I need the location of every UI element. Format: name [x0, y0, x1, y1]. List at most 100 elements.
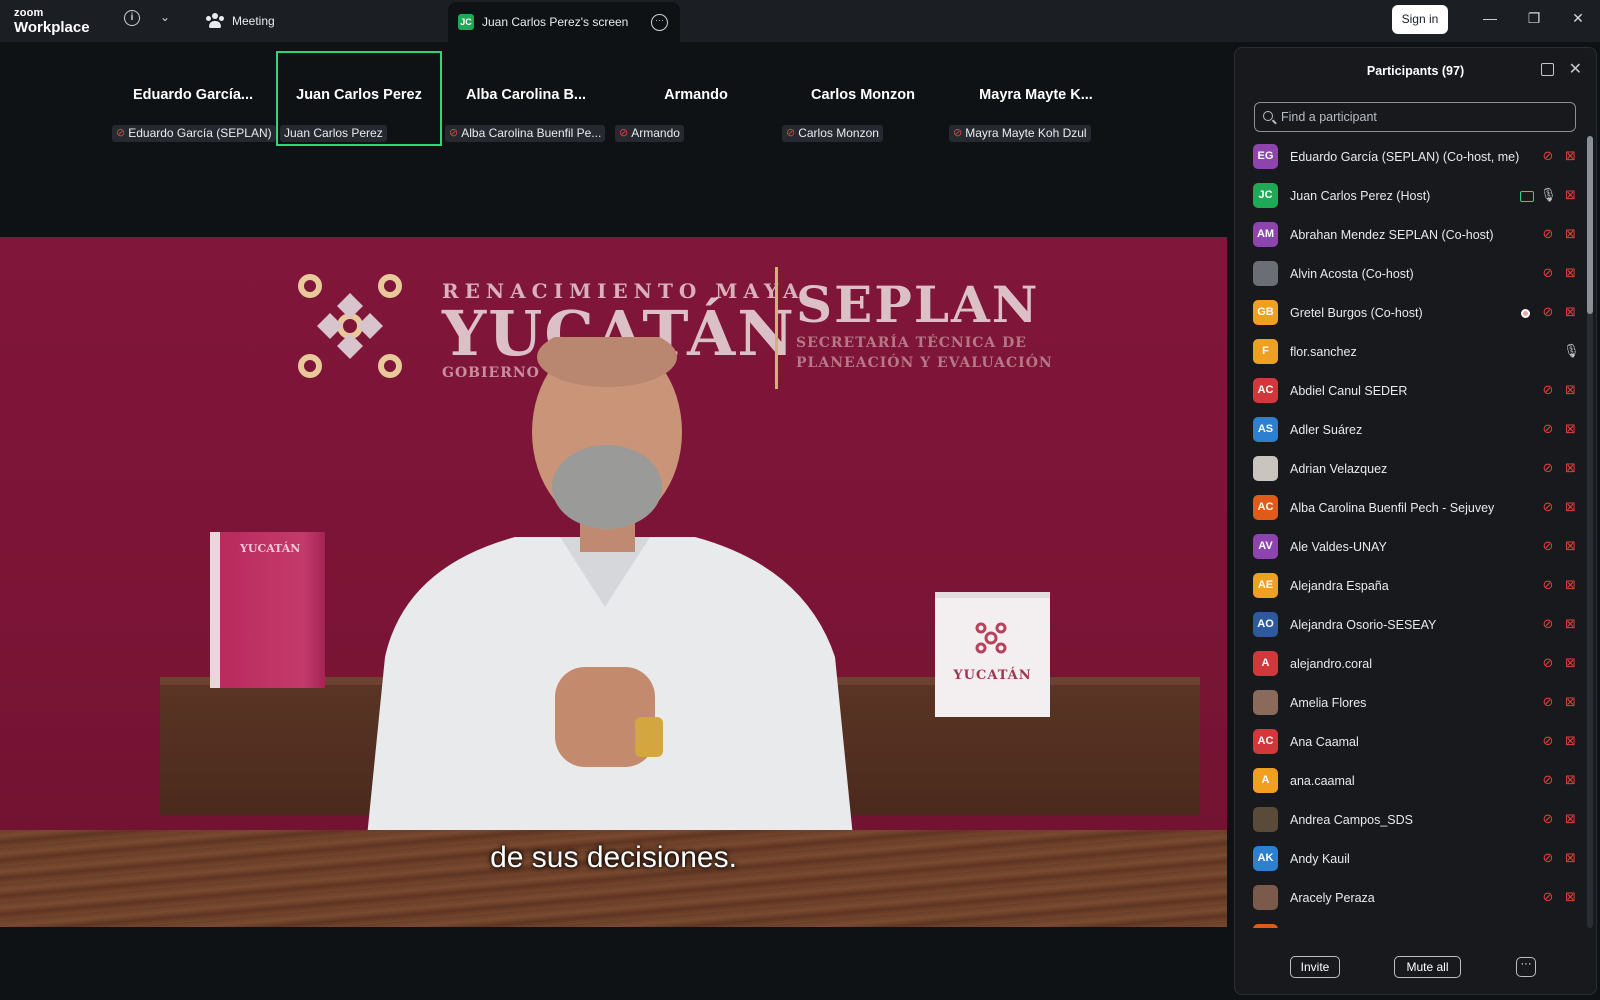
tab-meeting[interactable]: Meeting	[206, 10, 275, 32]
participant-row[interactable]: EG Eduardo García (SEPLAN) (Co-host, me) ⊘…	[1249, 137, 1579, 176]
microphone-muted-icon[interactable]: ⊘	[1540, 460, 1556, 476]
camera-off-icon[interactable]: ⊠	[1562, 382, 1579, 398]
microphone-muted-icon[interactable]: ⊘	[1540, 538, 1556, 554]
camera-off-icon[interactable]: ⊠	[1562, 889, 1579, 905]
participant-row[interactable]: Aracely Peraza ⊘ ⊠	[1249, 878, 1579, 917]
camera-off-icon[interactable]: ⊠	[1562, 733, 1579, 749]
video-tile[interactable]: Mayra Mayte K... ⊘ Mayra Mayte Koh Dzul	[947, 51, 1125, 146]
participant-row[interactable]: GB Gretel Burgos (Co-host) ⊘ ⊠	[1249, 293, 1579, 332]
participant-row[interactable]: Aana.caamal ⊘ ⊠	[1249, 761, 1579, 800]
meeting-info-icon[interactable]: i	[124, 10, 140, 26]
restore-icon[interactable]: ❐	[1524, 10, 1544, 27]
microphone-muted-icon[interactable]: ⊘	[1540, 421, 1556, 437]
camera-off-icon[interactable]: ⊠	[1562, 304, 1579, 320]
mic-muted-icon: ⊘	[786, 127, 796, 139]
participant-row[interactable]: AK Andy Kauil ⊘ ⊠	[1249, 839, 1579, 878]
pop-out-icon[interactable]	[1541, 63, 1554, 76]
microphone-icon[interactable]: 🎙	[1540, 187, 1557, 203]
tab-shared-screen[interactable]: JC Juan Carlos Perez's screen ···	[448, 2, 680, 42]
participant-status-icons: ⊘ ⊠	[1540, 811, 1579, 827]
participant-row[interactable]: AUARLENE UCÁN LIZCANO⊘⊠	[1249, 917, 1579, 928]
mute-all-button[interactable]: Mute all	[1394, 956, 1461, 978]
microphone-muted-icon[interactable]: ⊘	[1540, 655, 1556, 671]
microphone-muted-icon[interactable]: ⊘	[1540, 694, 1556, 710]
participant-row[interactable]: JC Juan Carlos Perez (Host) 🎙 ⊠	[1249, 176, 1579, 215]
camera-off-icon[interactable]: ⊠	[1562, 577, 1579, 593]
video-tile[interactable]: Carlos Monzon ⊘ Carlos Monzon	[780, 51, 946, 146]
microphone-muted-icon[interactable]: ⊘	[1540, 148, 1556, 164]
participant-row[interactable]: Adrian Velazquez ⊘ ⊠	[1249, 449, 1579, 488]
camera-off-icon[interactable]: ⊠	[1562, 460, 1579, 476]
microphone-muted-icon[interactable]: ⊘	[1540, 265, 1556, 281]
invite-button[interactable]: Invite	[1290, 956, 1340, 978]
camera-off-icon[interactable]: ⊠	[1562, 187, 1579, 203]
participant-display-name: Alba Carolina B...	[465, 87, 587, 103]
participant-row[interactable]: AC Abdiel Canul SEDER ⊘ ⊠	[1249, 371, 1579, 410]
microphone-muted-icon[interactable]: ⊘	[1540, 850, 1556, 866]
camera-off-icon[interactable]: ⊠	[1562, 655, 1579, 671]
participant-row[interactable]: Andrea Campos_SDS ⊘ ⊠	[1249, 800, 1579, 839]
video-tile-active-speaker[interactable]: Juan Carlos Perez Juan Carlos Perez	[276, 51, 442, 146]
scrollbar-thumb[interactable]	[1587, 136, 1593, 314]
microphone-muted-icon[interactable]: ⊘	[1540, 304, 1556, 320]
camera-off-icon[interactable]: ⊠	[1562, 772, 1579, 788]
microphone-muted-icon[interactable]: ⊘	[1540, 889, 1556, 905]
participant-name-label: ⊘ Armando	[615, 125, 684, 142]
chevron-down-icon[interactable]: ⌄	[160, 10, 170, 24]
camera-off-icon[interactable]: ⊠	[1562, 265, 1579, 281]
microphone-muted-icon[interactable]: ⊘	[1540, 226, 1556, 242]
close-window-icon[interactable]: ✕	[1568, 10, 1588, 27]
sign-in-button[interactable]: Sign in	[1392, 5, 1448, 34]
participant-row[interactable]: AV Ale Valdes-UNAY ⊘ ⊠	[1249, 527, 1579, 566]
microphone-muted-icon[interactable]: ⊘	[1540, 733, 1556, 749]
more-options-icon[interactable]: ···	[651, 14, 668, 31]
video-tile[interactable]: Alba Carolina B... ⊘ Alba Carolina Buenfi…	[443, 51, 609, 146]
microphone-muted-icon[interactable]: ⊘	[1540, 382, 1556, 398]
participant-status-icons: ⊘ ⊠	[1540, 499, 1579, 515]
camera-off-icon[interactable]: ⊠	[1562, 148, 1579, 164]
participant-status-icons: ⊘ ⊠	[1540, 148, 1579, 164]
name-text: Mayra Mayte Koh Dzul	[965, 126, 1087, 140]
video-tile[interactable]: Eduardo García... ⊘ Eduardo García (SEPLA…	[110, 51, 276, 146]
shared-screen-video[interactable]: RENACIMIENTO MAYA YUCATÁN GOBIERNO DE...…	[0, 237, 1227, 927]
video-tile[interactable]: Armando ⊘ Armando	[613, 51, 779, 146]
camera-off-icon[interactable]: ⊠	[1562, 226, 1579, 242]
participant-name: Alejandra Osorio-SESEAY	[1290, 617, 1437, 632]
microphone-icon[interactable]: 🎙	[1563, 343, 1579, 359]
microphone-muted-icon[interactable]: ⊘	[1540, 811, 1556, 827]
participant-row[interactable]: AO Alejandra Osorio-SESEAY ⊘ ⊠	[1249, 605, 1579, 644]
camera-off-icon[interactable]: ⊠	[1562, 538, 1579, 554]
microphone-muted-icon[interactable]: ⊘	[1540, 616, 1556, 632]
microphone-muted-icon[interactable]: ⊘	[1540, 499, 1556, 515]
participant-name: Amelia Flores	[1290, 695, 1367, 710]
participant-row[interactable]: AE Alejandra España ⊘ ⊠	[1249, 566, 1579, 605]
minimize-icon[interactable]: —	[1480, 10, 1500, 26]
camera-off-icon[interactable]: ⊠	[1562, 694, 1579, 710]
box-title: YUCATÁN	[953, 668, 1032, 683]
camera-off-icon[interactable]: ⊠	[1562, 811, 1579, 827]
more-options-button[interactable]: ···	[1516, 957, 1536, 977]
participant-row[interactable]: AS Adler Suárez ⊘ ⊠	[1249, 410, 1579, 449]
microphone-muted-icon[interactable]: ⊘	[1540, 772, 1556, 788]
participant-row[interactable]: Fflor.sanchez 🎙	[1249, 332, 1579, 371]
participant-status-icons: ⊘ ⊠	[1540, 538, 1579, 554]
scrollbar[interactable]	[1587, 136, 1593, 928]
participant-status-icons: ⊘ ⊠	[1540, 655, 1579, 671]
participant-row[interactable]: AM Abrahan Mendez SEPLAN (Co-host) ⊘ ⊠	[1249, 215, 1579, 254]
camera-off-icon[interactable]: ⊠	[1562, 421, 1579, 437]
microphone-muted-icon[interactable]: ⊘	[1540, 577, 1556, 593]
participant-row[interactable]: AC Alba Carolina Buenfil Pech - Sejuvey ⊘ ⊠	[1249, 488, 1579, 527]
participant-row[interactable]: Amelia Flores ⊘ ⊠	[1249, 683, 1579, 722]
camera-off-icon[interactable]: ⊠	[1562, 499, 1579, 515]
close-icon[interactable]: ✕	[1569, 59, 1582, 79]
search-input[interactable]: Find a participant	[1254, 102, 1576, 132]
camera-off-icon[interactable]: ⊠	[1562, 850, 1579, 866]
camera-off-icon[interactable]: ⊠	[1562, 616, 1579, 632]
participant-name: Juan Carlos Perez (Host)	[1290, 188, 1431, 203]
participant-row[interactable]: Alvin Acosta (Co-host) ⊘ ⊠	[1249, 254, 1579, 293]
participant-row[interactable]: AC Ana Caamal ⊘ ⊠	[1249, 722, 1579, 761]
participant-row[interactable]: Aalejandro.coral ⊘ ⊠	[1249, 644, 1579, 683]
participant-status-icons: ⊘ ⊠	[1540, 889, 1579, 905]
avatar	[1253, 807, 1278, 832]
participant-status-icons: ⊘ ⊠	[1540, 265, 1579, 281]
